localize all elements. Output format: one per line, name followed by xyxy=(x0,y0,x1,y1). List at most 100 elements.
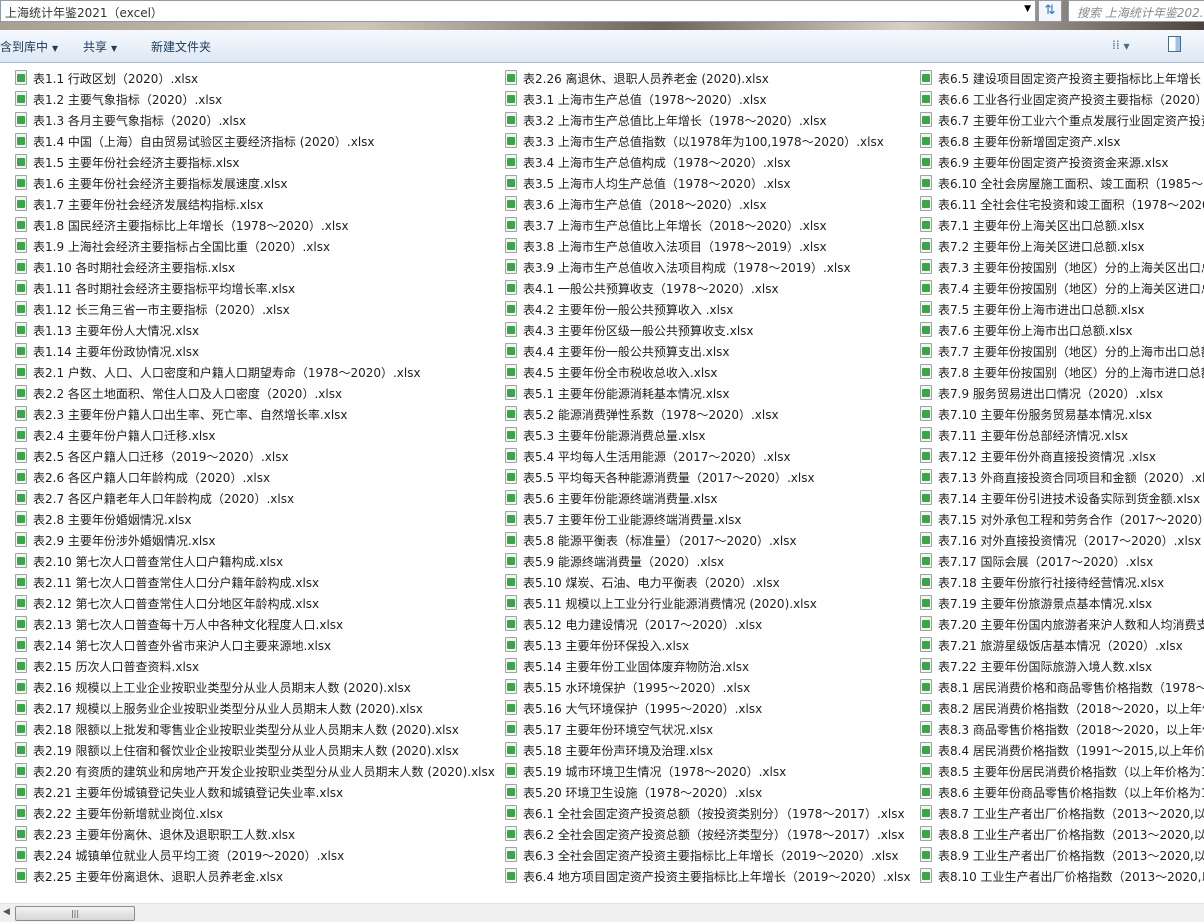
file-item[interactable]: 表2.9 主要年份涉外婚姻情况.xlsx xyxy=(15,529,500,550)
file-item[interactable]: 表8.2 居民消费价格指数（2018～2020，以上年价 xyxy=(920,697,1204,718)
view-options-icon[interactable]: ⁞⁞ ▼ xyxy=(1112,38,1130,52)
chevron-down-icon[interactable]: ▼ xyxy=(1024,4,1031,14)
file-item[interactable]: 表5.4 平均每人生活用能源（2017～2020）.xlsx xyxy=(505,445,915,466)
file-item[interactable]: 表2.18 限额以上批发和零售业企业按职业类型分从业人员期末人数 (2020).… xyxy=(15,718,500,739)
file-item[interactable]: 表8.9 工业生产者出厂价格指数（2013～2020,以上 xyxy=(920,844,1204,865)
file-item[interactable]: 表4.1 一般公共预算收支（1978～2020）.xlsx xyxy=(505,277,915,298)
file-item[interactable]: 表7.5 主要年份上海市进出口总额.xlsx xyxy=(920,298,1204,319)
file-item[interactable]: 表7.2 主要年份上海关区进口总额.xlsx xyxy=(920,235,1204,256)
file-item[interactable]: 表7.18 主要年份旅行社接待经营情况.xlsx xyxy=(920,571,1204,592)
file-item[interactable]: 表7.6 主要年份上海市出口总额.xlsx xyxy=(920,319,1204,340)
file-item[interactable]: 表8.1 居民消费价格和商品零售价格指数（1978～ xyxy=(920,676,1204,697)
file-item[interactable]: 表8.5 主要年份居民消费价格指数（以上年价格为1 xyxy=(920,760,1204,781)
refresh-icon[interactable]: ⇅ xyxy=(1038,0,1062,22)
scrollbar-thumb[interactable]: ||| xyxy=(15,906,135,921)
file-item[interactable]: 表7.8 主要年份按国别（地区）分的上海市进口总额 xyxy=(920,361,1204,382)
file-item[interactable]: 表6.3 全社会固定资产投资主要指标比上年增长（2019～2020）.xlsx xyxy=(505,844,915,865)
file-item[interactable]: 表2.14 第七次人口普查外省市来沪人口主要来源地.xlsx xyxy=(15,634,500,655)
file-item[interactable]: 表4.2 主要年份一般公共预算收入 .xlsx xyxy=(505,298,915,319)
file-item[interactable]: 表5.2 能源消费弹性系数（1978～2020）.xlsx xyxy=(505,403,915,424)
file-item[interactable]: 表5.8 能源平衡表（标准量）（2017～2020）.xlsx xyxy=(505,529,915,550)
file-item[interactable]: 表1.5 主要年份社会经济主要指标.xlsx xyxy=(15,151,500,172)
file-item[interactable]: 表7.15 对外承包工程和劳务合作（2017～2020）. xyxy=(920,508,1204,529)
file-item[interactable]: 表4.4 主要年份一般公共预算支出.xlsx xyxy=(505,340,915,361)
file-item[interactable]: 表8.3 商品零售价格指数（2018～2020，以上年价 xyxy=(920,718,1204,739)
file-item[interactable]: 表3.9 上海市生产总值收入法项目构成（1978～2019）.xlsx xyxy=(505,256,915,277)
address-bar[interactable]: 上海统计年鉴2021（excel） ▼ xyxy=(0,0,1036,22)
file-item[interactable]: 表8.10 工业生产者出厂价格指数（2013～2020,以 xyxy=(920,865,1204,886)
file-item[interactable]: 表5.18 主要年份声环境及治理.xlsx xyxy=(505,739,915,760)
file-item[interactable]: 表2.8 主要年份婚姻情况.xlsx xyxy=(15,508,500,529)
file-item[interactable]: 表7.9 服务贸易进出口情况（2020）.xlsx xyxy=(920,382,1204,403)
file-item[interactable]: 表7.10 主要年份服务贸易基本情况.xlsx xyxy=(920,403,1204,424)
file-item[interactable]: 表6.11 全社会住宅投资和竣工面积（1978～2020 xyxy=(920,193,1204,214)
file-item[interactable]: 表2.6 各区户籍人口年龄构成（2020）.xlsx xyxy=(15,466,500,487)
file-item[interactable]: 表7.11 主要年份总部经济情况.xlsx xyxy=(920,424,1204,445)
file-item[interactable]: 表3.4 上海市生产总值构成（1978～2020）.xlsx xyxy=(505,151,915,172)
file-item[interactable]: 表3.5 上海市人均生产总值（1978～2020）.xlsx xyxy=(505,172,915,193)
file-item[interactable]: 表5.3 主要年份能源消费总量.xlsx xyxy=(505,424,915,445)
file-item[interactable]: 表5.5 平均每天各种能源消费量（2017～2020）.xlsx xyxy=(505,466,915,487)
file-item[interactable]: 表1.12 长三角三省一市主要指标（2020）.xlsx xyxy=(15,298,500,319)
file-item[interactable]: 表4.5 主要年份全市税收总收入.xlsx xyxy=(505,361,915,382)
file-item[interactable]: 表6.10 全社会房屋施工面积、竣工面积（1985～2 xyxy=(920,172,1204,193)
file-item[interactable]: 表5.13 主要年份环保投入.xlsx xyxy=(505,634,915,655)
file-item[interactable]: 表3.7 上海市生产总值比上年增长（2018～2020）.xlsx xyxy=(505,214,915,235)
file-item[interactable]: 表7.12 主要年份外商直接投资情况 .xlsx xyxy=(920,445,1204,466)
file-item[interactable]: 表6.4 地方项目固定资产投资主要指标比上年增长（2019～2020）.xlsx xyxy=(505,865,915,886)
file-item[interactable]: 表6.9 主要年份固定资产投资资金来源.xlsx xyxy=(920,151,1204,172)
file-item[interactable]: 表2.7 各区户籍老年人口年龄构成（2020）.xlsx xyxy=(15,487,500,508)
file-item[interactable]: 表5.15 水环境保护（1995～2020）.xlsx xyxy=(505,676,915,697)
file-item[interactable]: 表5.10 煤炭、石油、电力平衡表（2020）.xlsx xyxy=(505,571,915,592)
file-item[interactable]: 表2.20 有资质的建筑业和房地产开发企业按职业类型分从业人员期末人数 (202… xyxy=(15,760,500,781)
file-item[interactable]: 表2.15 历次人口普查资料.xlsx xyxy=(15,655,500,676)
scroll-left-icon[interactable]: ◀ xyxy=(3,907,10,917)
file-item[interactable]: 表1.8 国民经济主要指标比上年增长（1978～2020）.xlsx xyxy=(15,214,500,235)
file-item[interactable]: 表2.3 主要年份户籍人口出生率、死亡率、自然增长率.xlsx xyxy=(15,403,500,424)
file-item[interactable]: 表2.2 各区土地面积、常住人口及人口密度（2020）.xlsx xyxy=(15,382,500,403)
file-item[interactable]: 表3.8 上海市生产总值收入法项目（1978～2019）.xlsx xyxy=(505,235,915,256)
file-item[interactable]: 表2.16 规模以上工业企业按职业类型分从业人员期末人数 (2020).xlsx xyxy=(15,676,500,697)
file-item[interactable]: 表1.6 主要年份社会经济主要指标发展速度.xlsx xyxy=(15,172,500,193)
file-item[interactable]: 表8.4 居民消费价格指数（1991～2015,以上年价格 xyxy=(920,739,1204,760)
file-item[interactable]: 表1.9 上海社会经济主要指标占全国比重（2020）.xlsx xyxy=(15,235,500,256)
file-item[interactable]: 表2.10 第七次人口普查常住人口户籍构成.xlsx xyxy=(15,550,500,571)
file-item[interactable]: 表2.25 主要年份离退休、退职人员养老金.xlsx xyxy=(15,865,500,886)
file-item[interactable]: 表1.2 主要气象指标（2020）.xlsx xyxy=(15,88,500,109)
file-item[interactable]: 表2.4 主要年份户籍人口迁移.xlsx xyxy=(15,424,500,445)
file-item[interactable]: 表1.7 主要年份社会经济发展结构指标.xlsx xyxy=(15,193,500,214)
file-item[interactable]: 表2.11 第七次人口普查常住人口分户籍年龄构成.xlsx xyxy=(15,571,500,592)
file-item[interactable]: 表7.3 主要年份按国别（地区）分的上海关区出口总 xyxy=(920,256,1204,277)
file-item[interactable]: 表4.3 主要年份区级一般公共预算收支.xlsx xyxy=(505,319,915,340)
file-item[interactable]: 表6.5 建设项目固定资产投资主要指标比上年增长 xyxy=(920,67,1204,88)
preview-pane-icon[interactable] xyxy=(1168,36,1181,52)
new-folder-button[interactable]: 新建文件夹 xyxy=(151,38,211,55)
file-item[interactable]: 表6.1 全社会固定资产投资总额（按投资类别分）（1978～2017）.xlsx xyxy=(505,802,915,823)
file-item[interactable]: 表2.13 第七次人口普查每十万人中各种文化程度人口.xlsx xyxy=(15,613,500,634)
file-item[interactable]: 表5.9 能源终端消费量（2020）.xlsx xyxy=(505,550,915,571)
file-item[interactable]: 表3.6 上海市生产总值（2018～2020）.xlsx xyxy=(505,193,915,214)
file-item[interactable]: 表3.3 上海市生产总值指数（以1978年为100,1978～2020）.xls… xyxy=(505,130,915,151)
include-in-library-button[interactable]: 包含到库中▼ xyxy=(0,38,58,55)
file-item[interactable]: 表6.7 主要年份工业六个重点发展行业固定资产投资 xyxy=(920,109,1204,130)
file-item[interactable]: 表1.13 主要年份人大情况.xlsx xyxy=(15,319,500,340)
file-item[interactable]: 表1.14 主要年份政协情况.xlsx xyxy=(15,340,500,361)
share-button[interactable]: 共享 ▼ xyxy=(83,38,117,55)
file-item[interactable]: 表7.17 国际会展（2017～2020）.xlsx xyxy=(920,550,1204,571)
file-item[interactable]: 表7.7 主要年份按国别（地区）分的上海市出口总额 xyxy=(920,340,1204,361)
file-item[interactable]: 表7.21 旅游星级饭店基本情况（2020）.xlsx xyxy=(920,634,1204,655)
file-item[interactable]: 表2.12 第七次人口普查常住人口分地区年龄构成.xlsx xyxy=(15,592,500,613)
file-item[interactable]: 表8.8 工业生产者出厂价格指数（2013～2020,以2 xyxy=(920,823,1204,844)
file-item[interactable]: 表5.19 城市环境卫生情况（1978～2020）.xlsx xyxy=(505,760,915,781)
file-item[interactable]: 表2.22 主要年份新增就业岗位.xlsx xyxy=(15,802,500,823)
file-item[interactable]: 表7.22 主要年份国际旅游入境人数.xlsx xyxy=(920,655,1204,676)
file-item[interactable]: 表1.11 各时期社会经济主要指标平均增长率.xlsx xyxy=(15,277,500,298)
file-item[interactable]: 表2.26 离退休、退职人员养老金 (2020).xlsx xyxy=(505,67,915,88)
file-item[interactable]: 表7.20 主要年份国内旅游者来沪人数和人均消费支 xyxy=(920,613,1204,634)
file-item[interactable]: 表2.1 户数、人口、人口密度和户籍人口期望寿命（1978～2020）.xlsx xyxy=(15,361,500,382)
file-item[interactable]: 表8.6 主要年份商品零售价格指数（以上年价格为1 xyxy=(920,781,1204,802)
file-item[interactable]: 表8.7 工业生产者出厂价格指数（2013～2020,以2 xyxy=(920,802,1204,823)
file-item[interactable]: 表5.17 主要年份环境空气状况.xlsx xyxy=(505,718,915,739)
file-item[interactable]: 表5.16 大气环境保护（1995～2020）.xlsx xyxy=(505,697,915,718)
file-item[interactable]: 表2.23 主要年份离休、退休及退职职工人数.xlsx xyxy=(15,823,500,844)
